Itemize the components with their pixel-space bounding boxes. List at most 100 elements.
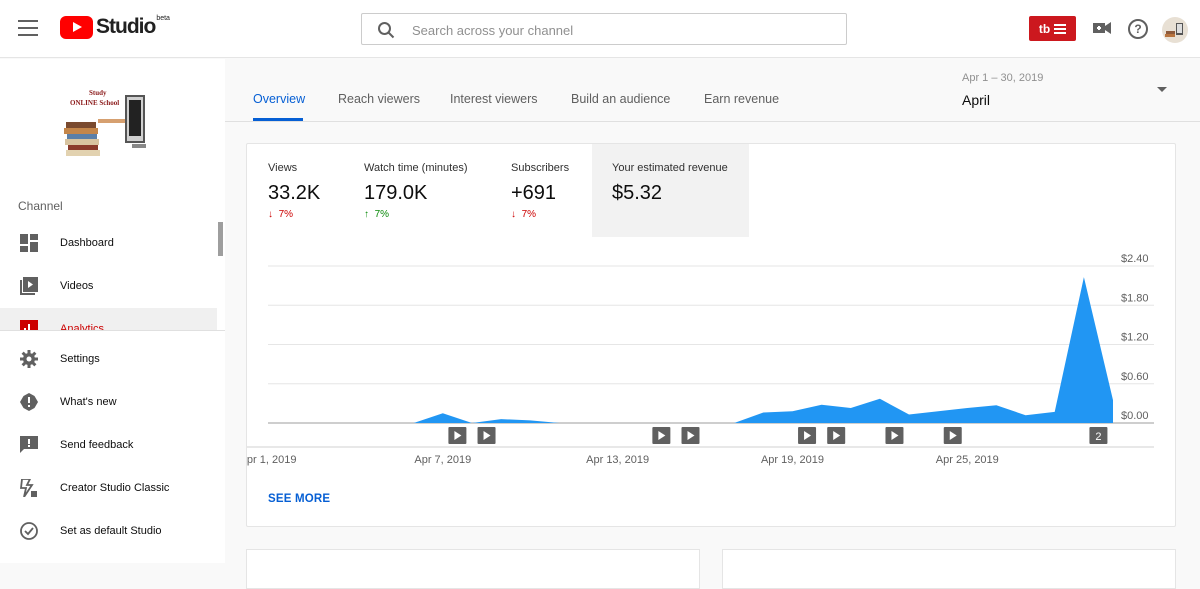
data-point[interactable] <box>557 421 561 425</box>
data-point[interactable] <box>266 421 270 425</box>
check-circle-icon <box>20 522 38 540</box>
video-count-marker[interactable]: 2 <box>1089 427 1108 444</box>
data-point[interactable] <box>1082 275 1086 279</box>
tab-earn-revenue[interactable]: Earn revenue <box>704 92 779 106</box>
data-point[interactable] <box>849 406 853 410</box>
sidebar-clip: Analytics <box>0 301 217 331</box>
sidebar-item-creator-studio-classic[interactable]: Creator Studio Classic <box>0 467 217 509</box>
videos-icon <box>20 277 38 295</box>
tab-interest-viewers[interactable]: Interest viewers <box>450 92 538 106</box>
revenue-chart[interactable]: $0.00 $0.60 $1.20 $1.80 $2.40 2 Apr 1, 2019 Apr… <box>247 244 1175 484</box>
search-input[interactable] <box>412 20 832 40</box>
metric-label: Subscribers <box>511 162 570 174</box>
tab-build-an-audience[interactable]: Build an audience <box>571 92 670 106</box>
data-point[interactable] <box>645 421 649 425</box>
data-point[interactable] <box>616 421 620 425</box>
video-marker[interactable] <box>885 427 904 444</box>
revenue-area-series[interactable] <box>268 277 1113 423</box>
data-point[interactable] <box>936 409 940 413</box>
data-point[interactable] <box>353 421 357 425</box>
data-point[interactable] <box>383 421 387 425</box>
video-marker[interactable] <box>827 427 846 444</box>
search-box[interactable] <box>361 13 847 45</box>
data-point[interactable] <box>820 403 824 407</box>
x-tick-label: Apr 7, 2019 <box>414 454 471 466</box>
data-point[interactable] <box>412 421 416 425</box>
video-camera-icon[interactable] <box>1093 20 1111 36</box>
channel-logo[interactable]: Study ONLINE School <box>62 86 160 160</box>
sidebar-item-label: Set as default Studio <box>60 525 162 537</box>
metric-views[interactable]: Views 33.2K ↓ 7% <box>268 144 358 237</box>
data-point[interactable] <box>295 421 299 425</box>
avatar[interactable] <box>1162 17 1188 43</box>
metric-subscribers[interactable]: Subscribers +691 ↓ 7% <box>511 144 591 237</box>
data-point[interactable] <box>1053 410 1057 414</box>
data-point[interactable] <box>994 403 998 407</box>
metric-label: Watch time (minutes) <box>364 162 468 174</box>
sidebar-item-analytics[interactable]: Analytics <box>0 308 217 331</box>
sidebar-item-settings[interactable]: Settings <box>0 338 217 380</box>
help-icon[interactable]: ? <box>1128 19 1148 39</box>
date-period[interactable]: April <box>962 92 990 108</box>
tab-reach-viewers[interactable]: Reach viewers <box>338 92 420 106</box>
video-marker[interactable] <box>681 427 700 444</box>
feedback-icon <box>20 436 38 453</box>
video-marker[interactable] <box>798 427 817 444</box>
data-point[interactable] <box>1111 398 1115 402</box>
data-point[interactable] <box>791 409 795 413</box>
video-marker[interactable] <box>477 427 496 444</box>
sidebar-item-dashboard[interactable]: Dashboard <box>0 222 217 264</box>
data-point[interactable] <box>732 421 736 425</box>
data-point[interactable] <box>499 417 503 421</box>
menu-icon[interactable] <box>18 20 38 36</box>
studio-logo[interactable]: Studio beta <box>60 15 170 39</box>
y-tick-label: $0.00 <box>1121 410 1149 422</box>
arrow-up-icon: ↑ <box>364 209 369 220</box>
beta-badge: beta <box>156 14 170 22</box>
metric-value: +691 <box>511 182 557 204</box>
metric-change-value: 7% <box>374 209 390 220</box>
gear-icon <box>20 350 38 368</box>
sidebar-item-send-feedback[interactable]: Send feedback <box>0 424 217 466</box>
data-point[interactable] <box>587 421 591 425</box>
video-marker[interactable] <box>448 427 467 444</box>
x-tick-label: Apr 13, 2019 <box>586 454 649 466</box>
sidebar-scrollbar[interactable] <box>218 222 223 256</box>
metric-watch-time[interactable]: Watch time (minutes) 179.0K ↑ 7% <box>364 144 494 237</box>
data-point[interactable] <box>470 421 474 425</box>
sidebar-item-label: Dashboard <box>60 237 114 249</box>
video-marker[interactable] <box>943 427 962 444</box>
y-tick-label: $1.20 <box>1121 332 1149 344</box>
metric-label: Views <box>268 162 298 174</box>
sidebar-divider <box>0 330 225 331</box>
secondary-card-right <box>722 549 1176 589</box>
active-tab-indicator <box>253 118 303 121</box>
data-point[interactable] <box>1024 413 1028 417</box>
main-content: Overview Reach viewers Interest viewers … <box>225 59 1200 589</box>
sidebar-item-whats-new[interactable]: What's new <box>0 381 217 423</box>
data-point[interactable] <box>441 411 445 415</box>
data-point[interactable] <box>965 406 969 410</box>
tubebuddy-button[interactable]: tb <box>1029 16 1076 41</box>
metric-estimated-revenue[interactable]: Your estimated revenue $5.32 <box>592 144 749 237</box>
x-tick-label: Apr 25, 2019 <box>936 454 999 466</box>
youtube-play-icon <box>60 15 93 39</box>
data-point[interactable] <box>528 418 532 422</box>
data-point[interactable] <box>324 421 328 425</box>
chevron-down-icon[interactable] <box>1157 87 1167 92</box>
data-point[interactable] <box>907 413 911 417</box>
date-range[interactable]: Apr 1 – 30, 2019 <box>962 72 1043 84</box>
data-point[interactable] <box>878 397 882 401</box>
tab-overview[interactable]: Overview <box>253 92 305 106</box>
channel-logo-line1: Study <box>89 89 107 97</box>
metric-value: 179.0K <box>364 182 428 204</box>
sidebar-item-set-default-studio[interactable]: Set as default Studio <box>0 510 217 552</box>
see-more-link[interactable]: SEE MORE <box>268 493 330 505</box>
sidebar: Study ONLINE School Channel Dashboard Vi… <box>0 59 225 563</box>
data-point[interactable] <box>703 421 707 425</box>
video-marker[interactable] <box>652 427 671 444</box>
channel-logo-line2: ONLINE School <box>70 99 120 107</box>
y-tick-label: $1.80 <box>1121 292 1149 304</box>
data-point[interactable] <box>674 421 678 425</box>
data-point[interactable] <box>761 411 765 415</box>
